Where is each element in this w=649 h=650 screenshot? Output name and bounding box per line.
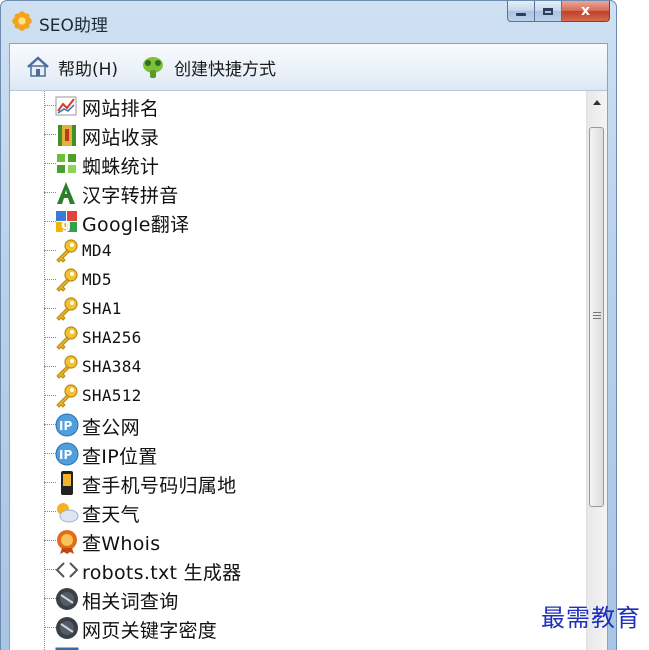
tree-item[interactable]: 网页关键字密度 (10, 613, 587, 642)
ip-icon: IP (54, 441, 80, 467)
disc-icon (54, 586, 80, 612)
badge-icon (54, 528, 80, 554)
close-icon: x (580, 3, 591, 19)
weather-icon (54, 499, 80, 525)
caption-buttons: x (507, 1, 610, 23)
tree-item[interactable]: MD4 (10, 236, 587, 265)
key-icon (54, 238, 80, 264)
chart-icon (54, 93, 80, 119)
tree-item-label: 网页关键字密度 (82, 620, 218, 642)
tree-item-label: 查手机号码归属地 (82, 475, 237, 497)
key-icon (54, 354, 80, 380)
phone-icon (54, 470, 80, 496)
tree-item-label: 查IP位置 (82, 446, 158, 468)
tree-item-label: 查公网 (82, 417, 140, 439)
tree-item[interactable]: IP 查公网 (10, 410, 587, 439)
vertical-scrollbar[interactable] (586, 91, 607, 650)
tree-list: 网站排名网站收录蜘蛛统计汉字转拼音 g Google翻译 MD4 MD5 SHA1 SHA2… (10, 91, 587, 650)
minimize-icon (516, 13, 526, 16)
create-shortcut-button[interactable]: 创建快捷方式 (140, 49, 276, 85)
svg-text:IP: IP (59, 448, 72, 462)
grip-line (593, 312, 601, 313)
watermark-text: 最需教育 (541, 604, 641, 632)
close-button[interactable]: x (562, 1, 610, 22)
tree-item-label: BASE64编解码 (82, 645, 216, 650)
disc-icon (54, 615, 80, 641)
tree-item-label: 查Whois (82, 533, 161, 555)
background-strip (617, 0, 649, 600)
ip-icon: IP (54, 412, 80, 438)
svg-text:IP: IP (59, 419, 72, 433)
scroll-up-button[interactable] (589, 93, 605, 111)
tree-item[interactable]: 汉字转拼音 (10, 178, 587, 207)
grip-line (593, 315, 601, 316)
key-icon (54, 296, 80, 322)
book-icon (54, 122, 80, 148)
tree-item-label: MD4 (82, 241, 112, 260)
tree-item-label: SHA1 (82, 299, 122, 318)
tree-item-label: Google翻译 (82, 214, 190, 236)
arrow-up-icon (593, 100, 601, 105)
minimize-button[interactable] (507, 1, 535, 22)
letter-a-icon (54, 180, 80, 206)
tree-item[interactable]: robots.txt 生成器 (10, 555, 587, 584)
scroll-thumb[interactable] (589, 127, 604, 507)
tree-item[interactable]: SHA512 (10, 381, 587, 410)
tree-item[interactable]: SHA256 (10, 323, 587, 352)
key-icon (54, 267, 80, 293)
tree-item-label: 网站收录 (82, 127, 160, 149)
grid-icon (54, 151, 80, 177)
help-menu[interactable]: 帮助(H) (26, 49, 118, 85)
tree-item-label: 网站排名 (82, 98, 160, 120)
tree-item[interactable]: BASE64编解码 (10, 642, 587, 650)
key-icon (54, 325, 80, 351)
tree-item[interactable]: 网站排名 (10, 91, 587, 120)
tree-item[interactable]: MD5 (10, 265, 587, 294)
tree-item[interactable]: SHA384 (10, 352, 587, 381)
tree-item-label: 蜘蛛统计 (82, 156, 160, 178)
google-icon: g (54, 209, 80, 235)
tree-item-label: 相关词查询 (82, 591, 179, 613)
code-icon (54, 557, 80, 583)
shortcut-icon (143, 57, 164, 78)
title-bar[interactable]: SEO助理 x (1, 1, 616, 43)
client-area: 帮助(H) 创建快捷方式 网站排名网站收录蜘蛛统计汉字转拼音 g Google翻译 M… (9, 43, 608, 650)
help-menu-label: 帮助(H) (58, 59, 119, 80)
create-shortcut-label: 创建快捷方式 (174, 59, 277, 80)
home-icon (27, 56, 49, 77)
window-title: SEO助理 (39, 16, 108, 36)
maximize-button[interactable] (535, 1, 562, 22)
tree-item[interactable]: 查手机号码归属地 (10, 468, 587, 497)
tree-item-label: SHA512 (82, 386, 142, 405)
tree-item[interactable]: 蜘蛛统计 (10, 149, 587, 178)
maximize-icon (543, 7, 553, 15)
window-icon (54, 644, 80, 650)
tree-item-label: robots.txt 生成器 (82, 562, 242, 584)
svg-text:g: g (61, 217, 71, 233)
tree-item[interactable]: 网站收录 (10, 120, 587, 149)
tree-item[interactable]: g Google翻译 (10, 207, 587, 236)
tree-item-label: MD5 (82, 270, 112, 289)
tree-item[interactable]: IP 查IP位置 (10, 439, 587, 468)
tree-item[interactable]: 相关词查询 (10, 584, 587, 613)
key-icon (54, 383, 80, 409)
tree-item-label: 查天气 (82, 504, 140, 526)
tree-item[interactable]: 查天气 (10, 497, 587, 526)
grip-line (593, 318, 601, 319)
flower-icon (12, 11, 32, 31)
tree-item-label: 汉字转拼音 (82, 185, 179, 207)
tree-item-label: SHA384 (82, 357, 142, 376)
menu-toolbar: 帮助(H) 创建快捷方式 (10, 44, 607, 91)
tree-item[interactable]: SHA1 (10, 294, 587, 323)
tool-tree: 网站排名网站收录蜘蛛统计汉字转拼音 g Google翻译 MD4 MD5 SHA1 SHA2… (10, 91, 587, 650)
tree-item[interactable]: 查Whois (10, 526, 587, 555)
tree-item-label: SHA256 (82, 328, 142, 347)
app-window: SEO助理 x 帮助(H) 创建快捷方式 网站排名 网站收录 蜘蛛统计 汉字转拼… (0, 0, 617, 650)
